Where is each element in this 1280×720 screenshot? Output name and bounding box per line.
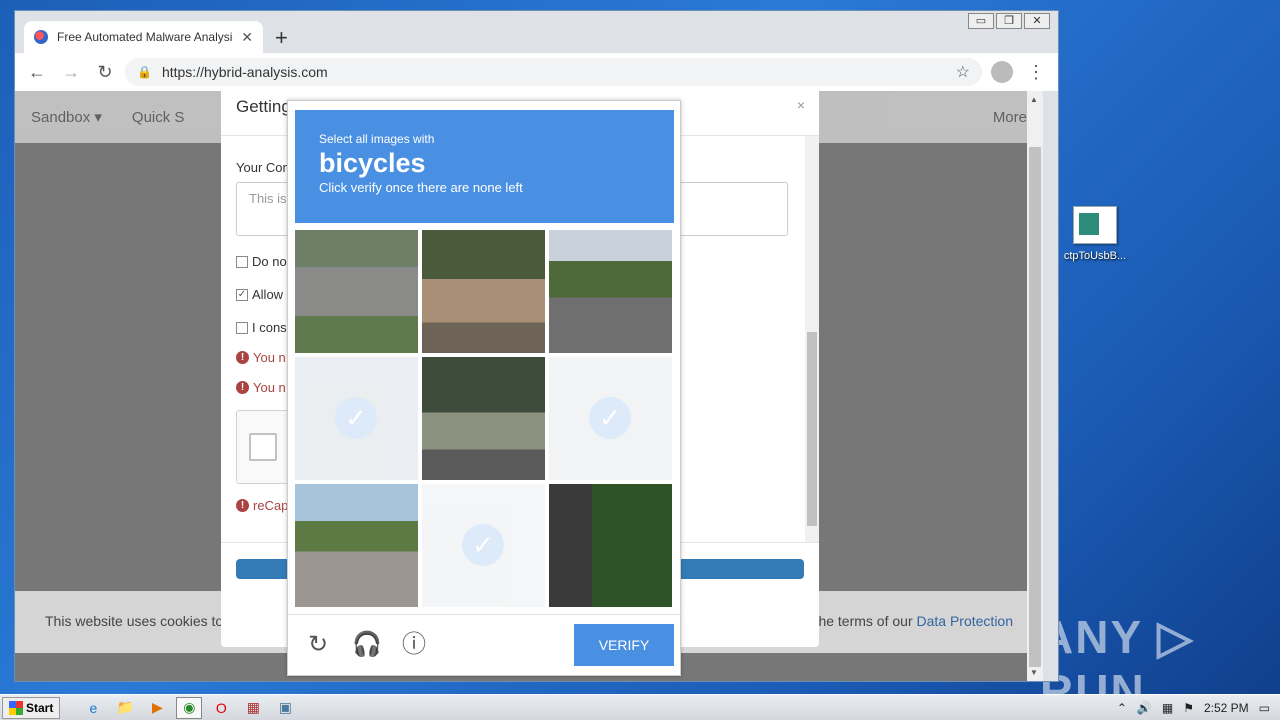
avatar-icon bbox=[991, 61, 1013, 83]
modal-scrollbar[interactable] bbox=[805, 136, 819, 542]
page-scroll-thumb[interactable] bbox=[1029, 147, 1041, 667]
prompt-line-3: Click verify once there are none left bbox=[319, 180, 523, 195]
favicon-icon bbox=[34, 30, 48, 44]
explorer-icon[interactable]: 📁 bbox=[112, 697, 138, 719]
captcha-prompt: Select all images with bicycles Click ve… bbox=[295, 110, 674, 223]
flag-icon[interactable]: ⚑ bbox=[1183, 701, 1194, 715]
browser-tab[interactable]: Free Automated Malware Analysis Service … bbox=[24, 21, 263, 53]
recaptcha-error-text: reCap bbox=[253, 498, 289, 513]
info-icon[interactable]: ⓘ bbox=[400, 631, 428, 659]
url-text: https://hybrid-analysis.com bbox=[161, 64, 328, 80]
error-icon: ! bbox=[236, 381, 249, 394]
captcha-tile-8[interactable]: ✓ bbox=[422, 484, 545, 607]
error-message-2: ! You n bbox=[236, 380, 286, 395]
error-text-1: You n bbox=[253, 350, 286, 365]
checkbox-2-label: Allow bbox=[252, 287, 284, 302]
window-icon[interactable]: ▣ bbox=[272, 697, 298, 719]
start-label: Start bbox=[26, 700, 54, 715]
system-tray: ⌃ 🔊 ▦ ⚑ 2:52 PM ▭ bbox=[1117, 701, 1280, 715]
back-button[interactable]: ← bbox=[23, 58, 51, 86]
error-message-1: ! You n bbox=[236, 350, 286, 365]
start-button[interactable]: Start bbox=[2, 696, 61, 719]
error-icon: ! bbox=[236, 351, 249, 364]
captcha-tile-1[interactable] bbox=[295, 230, 418, 353]
taskbar-apps: e 📁 ▶ ◉ O ▦ ▣ bbox=[80, 696, 298, 719]
media-player-icon[interactable]: ▶ bbox=[144, 697, 170, 719]
ie-icon[interactable]: e bbox=[80, 697, 106, 719]
scroll-down-arrow-icon[interactable]: ▼ bbox=[1030, 668, 1038, 677]
captcha-tile-7[interactable] bbox=[295, 484, 418, 607]
tab-title: Free Automated Malware Analysis Service bbox=[57, 30, 233, 44]
recaptcha-error: ! reCap bbox=[236, 498, 288, 513]
checkbox-1-label: Do no bbox=[252, 254, 287, 269]
captcha-tile-6[interactable]: ✓ bbox=[549, 357, 672, 480]
checkbox-row-1[interactable]: Do no bbox=[236, 254, 287, 269]
opera-icon[interactable]: O bbox=[208, 697, 234, 719]
recaptcha-checkbox[interactable] bbox=[249, 433, 277, 461]
desktop-file-icon[interactable]: ctpToUsbB... bbox=[1060, 206, 1130, 262]
nav-more[interactable]: More bbox=[993, 109, 1027, 126]
browser-toolbar: ← → ↻ 🔒 https://hybrid-analysis.com ☆ ⋮ bbox=[15, 53, 1058, 91]
windows-logo-icon bbox=[9, 700, 23, 715]
page-scrollbar[interactable]: ▲ ▼ bbox=[1027, 91, 1043, 681]
window-controls: ▭ ❐ ✕ bbox=[968, 13, 1050, 29]
comment-label: Your Con bbox=[236, 160, 290, 175]
nav-sandbox[interactable]: Sandbox ▾ bbox=[31, 108, 102, 126]
cookie-text-left: This website uses cookies to bbox=[45, 613, 224, 629]
error-icon: ! bbox=[236, 499, 249, 512]
taskbar: Start e 📁 ▶ ◉ O ▦ ▣ ⌃ 🔊 ▦ ⚑ 2:52 PM ▭ bbox=[0, 694, 1280, 720]
captcha-tile-2[interactable] bbox=[422, 230, 545, 353]
desktop-icon-label: ctpToUsbB... bbox=[1063, 250, 1127, 262]
selected-check-icon: ✓ bbox=[589, 397, 631, 439]
captcha-image-grid: ✓ ✓ ✓ bbox=[295, 230, 674, 608]
maximize-button[interactable]: ❐ bbox=[996, 13, 1022, 29]
modal-scroll-thumb[interactable] bbox=[807, 332, 817, 526]
checkbox-3-label: I cons bbox=[252, 320, 287, 335]
nav-quick-scan[interactable]: Quick S bbox=[132, 109, 185, 126]
app-icon[interactable]: ▦ bbox=[240, 697, 266, 719]
tray-expand-icon[interactable]: ⌃ bbox=[1117, 701, 1127, 715]
selected-check-icon: ✓ bbox=[462, 524, 504, 566]
reload-button[interactable]: ↻ bbox=[91, 58, 119, 86]
prompt-target: bicycles bbox=[319, 148, 426, 178]
captcha-challenge: Select all images with bicycles Click ve… bbox=[287, 100, 682, 677]
address-bar[interactable]: 🔒 https://hybrid-analysis.com ☆ bbox=[125, 58, 982, 86]
tab-strip: Free Automated Malware Analysis Service … bbox=[15, 11, 1058, 53]
captcha-tile-4[interactable]: ✓ bbox=[295, 357, 418, 480]
volume-icon[interactable]: 🔊 bbox=[1137, 701, 1152, 715]
captcha-footer: ↻ 🎧 ⓘ VERIFY bbox=[288, 614, 682, 677]
checkbox-1[interactable] bbox=[236, 255, 248, 268]
checkbox-row-3[interactable]: I cons bbox=[236, 320, 287, 335]
captcha-tile-9[interactable] bbox=[549, 484, 672, 607]
show-desktop-icon[interactable]: ▭ bbox=[1259, 701, 1270, 715]
modal-close-button[interactable]: × bbox=[797, 97, 805, 113]
data-protection-link[interactable]: Data Protection bbox=[917, 613, 1014, 629]
checkbox-row-2[interactable]: ✓ Allow bbox=[236, 287, 283, 302]
minimize-button[interactable]: ▭ bbox=[968, 13, 994, 29]
new-tab-button[interactable]: + bbox=[275, 25, 288, 51]
document-icon bbox=[1073, 206, 1117, 244]
checkbox-2[interactable]: ✓ bbox=[236, 288, 248, 301]
checkbox-3[interactable] bbox=[236, 321, 248, 334]
captcha-tile-5[interactable] bbox=[422, 357, 545, 480]
close-window-button[interactable]: ✕ bbox=[1024, 13, 1050, 29]
scroll-up-arrow-icon[interactable]: ▲ bbox=[1030, 95, 1038, 104]
captcha-tile-3[interactable] bbox=[549, 230, 672, 353]
lock-icon: 🔒 bbox=[137, 65, 152, 79]
audio-icon[interactable]: 🎧 bbox=[352, 631, 382, 659]
verify-button[interactable]: VERIFY bbox=[574, 624, 674, 666]
selected-check-icon: ✓ bbox=[335, 397, 377, 439]
profile-button[interactable] bbox=[988, 58, 1016, 86]
forward-button[interactable]: → bbox=[57, 58, 85, 86]
cookie-text-right: o the terms of our bbox=[802, 613, 913, 629]
clock[interactable]: 2:52 PM bbox=[1204, 701, 1249, 715]
network-icon[interactable]: ▦ bbox=[1162, 701, 1173, 715]
menu-button[interactable]: ⋮ bbox=[1022, 58, 1050, 86]
bookmark-star-icon[interactable]: ☆ bbox=[956, 62, 970, 82]
chrome-icon[interactable]: ◉ bbox=[176, 696, 203, 719]
prompt-line-1: Select all images with bbox=[319, 132, 435, 146]
reload-icon[interactable]: ↻ bbox=[304, 631, 332, 659]
error-text-2: You n bbox=[253, 380, 286, 395]
tab-close-icon[interactable]: ✕ bbox=[241, 29, 253, 46]
